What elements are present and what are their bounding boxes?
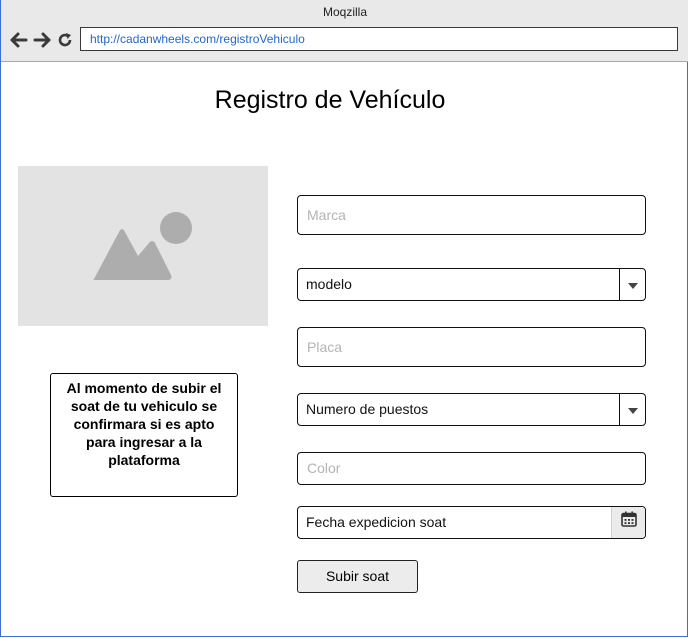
fecha-expedicion-field[interactable]: Fecha expedicion soat (297, 506, 646, 539)
puestos-selected-value: Numero de puestos (306, 401, 429, 417)
arrow-right-icon (33, 32, 51, 48)
modelo-dropdown-toggle[interactable] (619, 269, 645, 300)
marca-field[interactable]: Marca (297, 195, 646, 235)
reload-icon (57, 32, 73, 48)
url-bar[interactable]: http://cadanwheels.com/registroVehiculo (80, 27, 678, 51)
date-picker-button[interactable] (611, 507, 645, 538)
modelo-selected-value: modelo (306, 276, 352, 292)
color-placeholder: Color (307, 460, 341, 476)
page-title: Registro de Vehículo (214, 86, 446, 114)
chevron-down-icon (627, 269, 638, 300)
subir-soat-button[interactable]: Subir soat (297, 560, 418, 593)
color-field[interactable]: Color (297, 452, 646, 485)
back-button[interactable] (9, 30, 29, 50)
chevron-down-icon (627, 394, 638, 425)
puestos-dropdown-toggle[interactable] (619, 394, 645, 425)
calendar-icon (620, 507, 637, 538)
placa-field[interactable]: Placa (297, 327, 646, 367)
placa-placeholder: Placa (307, 339, 343, 355)
forward-button[interactable] (32, 30, 52, 50)
url-text: http://cadanwheels.com/registroVehiculo (90, 32, 305, 46)
window-title: Moqzilla (322, 5, 367, 19)
fecha-expedicion-label: Fecha expedicion soat (306, 514, 447, 530)
browser-chrome: Moqzilla http://cadanwheels.com/registro… (1, 0, 688, 62)
soat-notice: Al momento de subir el soat de tu vehicu… (50, 373, 238, 497)
reload-button[interactable] (55, 30, 75, 50)
marca-placeholder: Marca (307, 207, 346, 223)
puestos-select[interactable]: Numero de puestos (297, 393, 646, 426)
vehicle-image-placeholder (18, 166, 268, 326)
browser-window: Moqzilla http://cadanwheels.com/registro… (0, 0, 688, 637)
image-placeholder-icon (18, 212, 268, 330)
arrow-left-icon (10, 32, 28, 48)
modelo-select[interactable]: modelo (297, 268, 646, 301)
